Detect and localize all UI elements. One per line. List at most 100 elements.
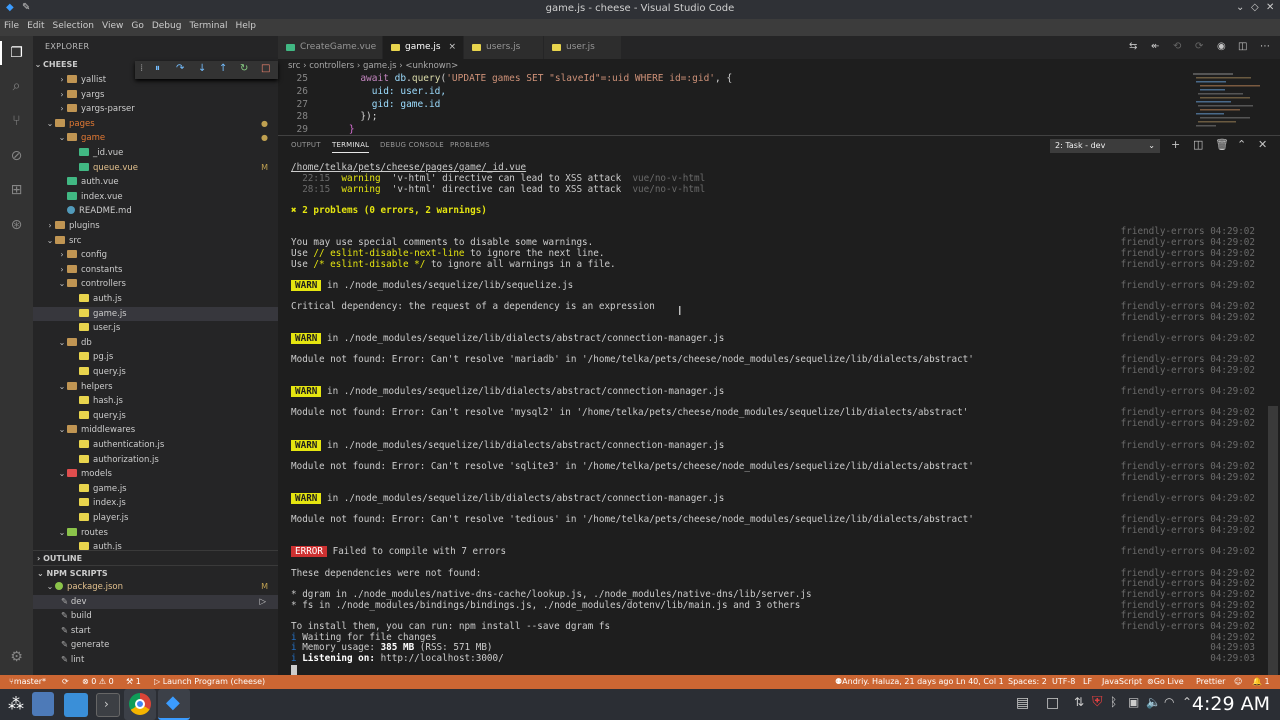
window-icon[interactable]: □ (1046, 695, 1059, 711)
step-out-icon[interactable]: ↑ (219, 63, 227, 74)
tree-item[interactable]: ⌄ controllers (33, 277, 278, 292)
tree-item[interactable]: ⌄ pages ● (33, 117, 278, 132)
tree-item[interactable]: _id.vue (33, 146, 278, 161)
sync-icon[interactable]: ⟳ (62, 675, 69, 689)
tree-item[interactable]: authorization.js (33, 453, 278, 468)
network-icon[interactable]: ⇅ (1074, 695, 1084, 709)
code-editor[interactable]: 25 await db.query('UPDATE games SET "sla… (278, 73, 1188, 135)
menu-go[interactable]: Go (127, 19, 147, 31)
next-change-icon[interactable]: ⟳ (1195, 41, 1203, 52)
git-lens-icon[interactable]: ◉ (1217, 41, 1226, 52)
remote-icon[interactable]: ⊛ (7, 216, 26, 235)
encoding[interactable]: UTF-8 (1052, 675, 1075, 689)
tree-item[interactable]: auth.vue (33, 175, 278, 190)
tree-item[interactable]: game.js (33, 482, 278, 497)
tree-item[interactable]: › yargs-parser (33, 102, 278, 117)
code-text[interactable]: gid: game.id (326, 99, 441, 112)
tree-item[interactable]: › yargs (33, 88, 278, 103)
tree-item[interactable]: authentication.js (33, 438, 278, 453)
expand-tray-icon[interactable]: ⌃ (1182, 695, 1192, 709)
terminal-output[interactable]: /home/telka/pets/cheese/pages/game/_id.v… (291, 158, 1266, 676)
explorer-icon[interactable]: ❐ (7, 44, 26, 63)
shield-icon[interactable]: ⛨ (1092, 694, 1103, 710)
volume-icon[interactable]: 🔈 (1146, 695, 1161, 709)
indentation[interactable]: Spaces: 2 (1008, 675, 1047, 689)
tree-item[interactable]: ⌄ db (33, 336, 278, 351)
step-into-icon[interactable]: ↓ (198, 63, 206, 74)
tasks-count[interactable]: ⚒ 1 (126, 675, 141, 689)
vscode-taskbar-item[interactable]: ◆ (158, 689, 190, 720)
run-script-icon[interactable]: ▷ (259, 595, 266, 610)
tab-creategame-vue[interactable]: CreateGame.vue (278, 36, 383, 59)
clock[interactable]: 4:29 AM (1192, 693, 1270, 715)
gear-icon[interactable]: ⚙ (7, 648, 26, 667)
tab-game-js[interactable]: game.js × (383, 36, 464, 59)
kill-terminal-icon[interactable]: 🗑 (1215, 138, 1229, 151)
npm-scripts-section[interactable]: ⌄ NPM SCRIPTS (33, 565, 278, 580)
git-branch[interactable]: ⑂ master* (9, 675, 46, 689)
tree-item[interactable]: pg.js (33, 350, 278, 365)
npm-script-dev[interactable]: ✎ dev ▷ (33, 594, 278, 610)
npm-script-build[interactable]: ✎ build (33, 609, 278, 624)
package-json-item[interactable]: ⌄ package.json M (33, 580, 278, 595)
compare-icon[interactable]: ⇆ (1129, 41, 1137, 52)
file-manager-icon[interactable] (64, 693, 88, 717)
chrome-taskbar-item[interactable] (124, 689, 156, 720)
tab-output[interactable]: OUTPUT (291, 141, 321, 149)
outline-section[interactable]: › OUTLINE (33, 550, 278, 565)
tree-item[interactable]: ⌄ game ● (33, 131, 278, 146)
tree-item[interactable]: user.js (33, 321, 278, 336)
tree-item[interactable]: index.js (33, 496, 278, 511)
breadcrumb[interactable]: src › controllers › game.js › <unknown> (278, 59, 1178, 73)
code-text[interactable]: await db.query('UPDATE games SET "slaveI… (326, 73, 732, 86)
code-text[interactable]: } (326, 124, 355, 135)
code-text[interactable]: uid: user.id, (326, 86, 446, 99)
close-panel-icon[interactable]: ✕ (1258, 138, 1267, 151)
npm-script-start[interactable]: ✎ start (33, 624, 278, 639)
search-icon[interactable]: ⌕ (7, 77, 26, 96)
close-icon[interactable]: ✕ (1266, 2, 1274, 13)
tab-terminal[interactable]: TERMINAL (332, 141, 370, 153)
bluetooth-icon[interactable]: ᛒ (1110, 695, 1117, 709)
menu-debug[interactable]: Debug (148, 19, 186, 31)
restart-icon[interactable]: ↻ (240, 63, 248, 74)
maximize-icon[interactable]: ◇ (1251, 2, 1259, 13)
prettier[interactable]: Prettier (1196, 675, 1225, 689)
stop-icon[interactable]: □ (261, 63, 270, 74)
prev-change-icon[interactable]: ⟲ (1173, 41, 1181, 52)
tree-item[interactable]: player.js (33, 511, 278, 526)
new-terminal-icon[interactable]: + (1171, 138, 1180, 151)
minimap[interactable] (1188, 73, 1268, 135)
tree-item[interactable]: › plugins (33, 219, 278, 234)
tree-item[interactable]: ⌄ helpers (33, 380, 278, 395)
tree-item[interactable]: ⌄ routes (33, 526, 278, 541)
tab-user-js[interactable]: user.js (544, 36, 622, 59)
smiley-icon[interactable]: ☺ (1234, 675, 1242, 689)
terminal-app-icon[interactable]: › (96, 693, 120, 717)
tree-item[interactable]: query.js (33, 365, 278, 380)
tab-debug-console[interactable]: DEBUG CONSOLE (380, 141, 444, 149)
tree-item[interactable]: index.vue (33, 190, 278, 205)
split-editor-icon[interactable]: ◫ (1238, 41, 1247, 52)
wifi-icon[interactable]: ◠ (1164, 695, 1174, 709)
maximize-panel-icon[interactable]: ⌃ (1237, 138, 1246, 151)
menu-terminal[interactable]: Terminal (185, 19, 231, 31)
tree-item[interactable]: ⌄ src (33, 234, 278, 249)
desktop-icon[interactable] (32, 692, 54, 716)
tree-item[interactable]: › constants (33, 263, 278, 278)
close-tab-icon[interactable]: × (448, 36, 456, 59)
tree-item[interactable]: hash.js (33, 394, 278, 409)
extensions-icon[interactable]: ⊞ (7, 181, 26, 200)
clipboard-icon[interactable]: ▤ (1016, 695, 1029, 711)
language-mode[interactable]: JavaScript (1102, 675, 1142, 689)
pause-icon[interactable]: ⏸ (155, 63, 160, 74)
tree-item[interactable]: ⌄ middlewares (33, 423, 278, 438)
go-back-icon[interactable]: ↞ (1151, 41, 1159, 52)
clipboard-manager-icon[interactable]: ▣ (1128, 695, 1139, 709)
git-blame[interactable]: ⚉ Andriy. Haluza, 21 days ago (835, 675, 953, 689)
npm-script-lint[interactable]: ✎ lint (33, 653, 278, 668)
npm-script-generate[interactable]: ✎ generate (33, 638, 278, 653)
tab-users-js[interactable]: users.js (464, 36, 544, 59)
terminal-select[interactable]: 2: Task - dev ⌄ (1050, 139, 1160, 153)
menu-selection[interactable]: Selection (49, 19, 98, 31)
